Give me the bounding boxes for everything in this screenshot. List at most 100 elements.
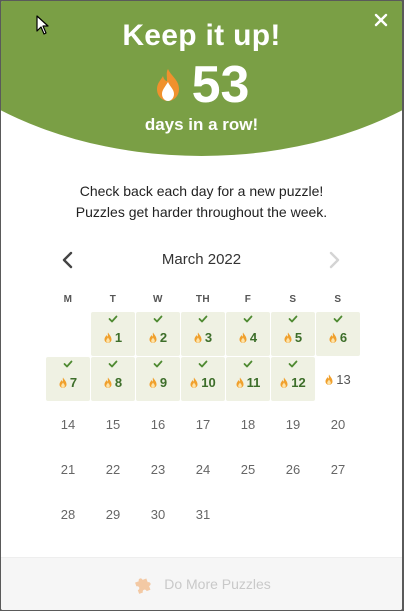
calendar-header: March 2022	[1, 247, 402, 273]
calendar-day-5[interactable]: 5	[271, 312, 315, 356]
day-number: 5	[294, 329, 303, 345]
check-icon	[333, 315, 343, 323]
puzzle-piece-icon	[135, 578, 151, 594]
day-number: 18	[240, 416, 256, 432]
do-more-puzzles-button[interactable]: Do More Puzzles	[1, 557, 402, 610]
calendar-day-3[interactable]: 3	[181, 312, 225, 356]
weekday-label: S	[289, 294, 297, 305]
check-icon	[243, 360, 253, 368]
calendar-day-17[interactable]: 17	[181, 402, 225, 446]
day-number: 12	[291, 374, 306, 390]
calendar-day-7[interactable]: 7	[46, 357, 90, 401]
calendar-day-24[interactable]: 24	[181, 447, 225, 491]
flame-icon	[104, 377, 112, 388]
flame-icon	[59, 377, 67, 388]
day-number: 4	[249, 329, 258, 345]
info-line-1: Check back each day for a new puzzle!	[79, 183, 324, 199]
calendar-day-2[interactable]: 2	[136, 312, 180, 356]
flame-icon	[149, 332, 157, 343]
weekday-label: TH	[195, 294, 211, 305]
streak-label: days in a row!	[144, 115, 259, 134]
day-number: 24	[195, 461, 211, 477]
check-icon	[288, 315, 298, 323]
calendar-day-19[interactable]: 19	[271, 402, 315, 446]
day-number: 17	[195, 416, 211, 432]
weekday-header: M T W TH F S S	[46, 294, 360, 305]
day-number: 9	[159, 374, 168, 390]
flame-icon	[194, 332, 202, 343]
calendar-day-28[interactable]: 28	[46, 492, 90, 536]
check-icon	[108, 360, 118, 368]
calendar-day-30[interactable]: 30	[136, 492, 180, 536]
day-number: 7	[69, 374, 78, 390]
day-number: 20	[330, 416, 346, 432]
day-number: 2	[159, 329, 168, 345]
flame-icon	[239, 332, 247, 343]
flame-icon	[236, 377, 244, 388]
calendar-day-4[interactable]: 4	[226, 312, 270, 356]
calendar-day-15[interactable]: 15	[91, 402, 135, 446]
calendar-day-29[interactable]: 29	[91, 492, 135, 536]
day-number: 23	[150, 461, 166, 477]
modal-title: Keep it up!	[122, 19, 281, 52]
day-number: 30	[150, 506, 166, 522]
day-number: 1	[114, 329, 123, 345]
calendar-day-9[interactable]: 9	[136, 357, 180, 401]
day-number: 27	[330, 461, 346, 477]
calendar-day-20[interactable]: 20	[316, 402, 360, 446]
calendar-day-27[interactable]: 27	[316, 447, 360, 491]
info-message: Check back each day for a new puzzle! Pu…	[1, 181, 402, 223]
calendar-day-23[interactable]: 23	[136, 447, 180, 491]
streak-modal: Keep it up! 53 days in a row! Check back…	[1, 1, 402, 610]
check-icon	[288, 360, 298, 368]
footer-label: Do More Puzzles	[164, 576, 271, 592]
flame-icon	[329, 332, 337, 343]
streak-row: 53	[1, 59, 402, 111]
calendar-day-26[interactable]: 26	[271, 447, 315, 491]
flame-icon	[190, 377, 198, 388]
calendar-day-21[interactable]: 21	[46, 447, 90, 491]
mouse-cursor-icon	[36, 15, 49, 35]
day-number: 13	[336, 371, 351, 387]
day-number: 29	[105, 506, 121, 522]
calendar-day-11[interactable]: 11	[226, 357, 270, 401]
flame-icon	[325, 374, 333, 385]
calendar-day-31[interactable]: 31	[181, 492, 225, 536]
calendar-blank	[46, 312, 90, 356]
day-number: 14	[60, 416, 76, 432]
flame-icon	[149, 377, 157, 388]
close-icon[interactable]	[370, 9, 392, 31]
check-icon	[108, 315, 118, 323]
calendar-day-25[interactable]: 25	[226, 447, 270, 491]
flame-icon	[280, 377, 288, 388]
day-number: 26	[285, 461, 301, 477]
weekday-label: F	[244, 294, 252, 305]
flame-icon	[284, 332, 292, 343]
check-icon	[153, 315, 163, 323]
day-number: 16	[150, 416, 166, 432]
calendar-day-6[interactable]: 6	[316, 312, 360, 356]
calendar-day-18[interactable]: 18	[226, 402, 270, 446]
day-number: 8	[114, 374, 123, 390]
calendar-day-16[interactable]: 16	[136, 402, 180, 446]
weekday-label: T	[109, 294, 117, 305]
flame-icon	[156, 69, 179, 101]
calendar-day-12[interactable]: 12	[271, 357, 315, 401]
day-number: 11	[246, 374, 261, 390]
calendar-day-10[interactable]: 10	[181, 357, 225, 401]
check-icon	[198, 315, 208, 323]
day-number: 10	[201, 374, 216, 390]
calendar-day-8[interactable]: 8	[91, 357, 135, 401]
calendar-day-14[interactable]: 14	[46, 402, 90, 446]
weekday-label: M	[63, 294, 73, 305]
check-icon	[153, 360, 163, 368]
info-line-2: Puzzles get harder throughout the week.	[75, 204, 328, 220]
check-icon	[63, 360, 73, 368]
day-number: 22	[105, 461, 121, 477]
calendar-day-13[interactable]: 13	[316, 357, 360, 401]
calendar-day-22[interactable]: 22	[91, 447, 135, 491]
day-number: 19	[285, 416, 301, 432]
day-number: 28	[60, 506, 76, 522]
calendar-day-1[interactable]: 1	[91, 312, 135, 356]
flame-icon	[104, 332, 112, 343]
